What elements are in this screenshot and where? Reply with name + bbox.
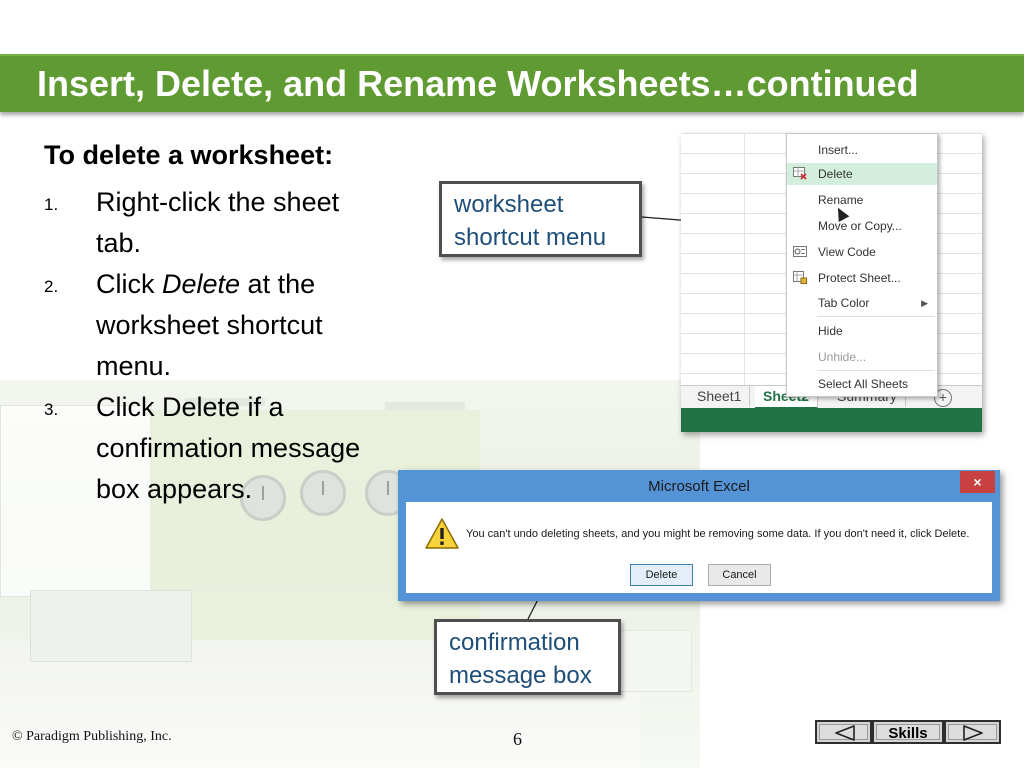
shortcut-menu-callout: worksheet shortcut menu	[439, 181, 642, 257]
delete-sheet-icon	[793, 167, 807, 180]
confirmation-box-callout: confirmation message box	[434, 619, 621, 695]
menu-item-label: Rename	[818, 193, 864, 207]
dialog-title: Microsoft Excel	[648, 478, 750, 495]
menu-separator	[817, 370, 935, 371]
previous-button-face	[819, 724, 868, 741]
title-bar: Insert, Delete, and Rename Worksheets…co…	[0, 54, 1024, 112]
steps-list: 1. Right-click the sheet tab. 2. Click D…	[44, 182, 384, 510]
menu-item-label: Delete	[818, 167, 853, 181]
sheet-tab-sheet1[interactable]: Sheet1	[689, 386, 751, 407]
step-number: 3.	[44, 400, 59, 419]
menu-item-protect-sheet[interactable]: Protect Sheet...	[787, 267, 937, 289]
right-arrow-icon	[963, 725, 983, 741]
step-text: Right-click the sheet tab.	[96, 187, 340, 258]
menu-item-label: Insert...	[818, 143, 859, 157]
menu-separator	[817, 316, 935, 317]
protect-sheet-icon	[793, 271, 807, 284]
menu-item-insert[interactable]: Insert...	[787, 139, 937, 161]
slide-title: Insert, Delete, and Rename Worksheets…co…	[37, 63, 919, 104]
step-number: 1.	[44, 195, 59, 214]
menu-item-move-or-copy[interactable]: Move or Copy...	[787, 215, 937, 237]
menu-item-label: View Code	[818, 245, 876, 259]
cancel-button[interactable]: Cancel	[708, 564, 771, 586]
step-text: Click Delete if a confirmation message b…	[96, 392, 361, 504]
menu-item-unhide: Unhide...	[787, 346, 937, 368]
menu-item-view-code[interactable]: View Code	[787, 241, 937, 263]
instructions: To delete a worksheet: 1. Right-click th…	[44, 138, 384, 510]
menu-item-tab-color[interactable]: Tab Color ▶	[787, 292, 937, 314]
menu-item-label: Protect Sheet...	[818, 271, 901, 285]
menu-item-label: Move or Copy...	[818, 219, 902, 233]
menu-item-select-all-sheets[interactable]: Select All Sheets	[787, 373, 937, 395]
left-arrow-icon	[835, 725, 855, 741]
next-button-face	[948, 724, 997, 741]
instructions-heading: To delete a worksheet:	[44, 140, 334, 170]
page-number: 6	[513, 729, 522, 749]
background-chairs	[30, 590, 192, 662]
step-item: 2. Click Delete at the worksheet shortcu…	[44, 264, 384, 387]
step-item: 1. Right-click the sheet tab.	[44, 182, 384, 264]
confirmation-dialog: Microsoft Excel × You can't undo deletin…	[398, 470, 1000, 601]
menu-item-rename[interactable]: Rename	[787, 189, 937, 211]
dialog-message: You can't undo deleting sheets, and you …	[466, 528, 970, 540]
background-ceiling-light	[385, 402, 465, 410]
worksheet-shortcut-menu: Insert... Delete Rename Move or Copy... …	[786, 133, 938, 397]
submenu-arrow-icon: ▶	[921, 298, 928, 308]
menu-item-label: Select All Sheets	[818, 377, 909, 391]
step-number: 2.	[44, 277, 59, 296]
skills-button[interactable]: Skills	[872, 720, 944, 744]
dialog-body: You can't undo deleting sheets, and you …	[406, 502, 992, 593]
excel-screenshot: Sheet1 Sheet2 Summary + Insert... Delete…	[681, 133, 982, 432]
menu-item-delete[interactable]: Delete	[787, 163, 937, 223]
previous-slide-button[interactable]	[815, 720, 872, 744]
skills-label: Skills	[888, 725, 928, 742]
step-text-emphasis: Delete	[162, 269, 241, 299]
menu-item-label: Tab Color	[818, 296, 870, 310]
skills-button-face: Skills	[876, 724, 940, 742]
copyright-notice: © Paradigm Publishing, Inc.	[12, 729, 172, 744]
step-text: Click	[96, 269, 162, 299]
warning-icon	[424, 517, 460, 551]
menu-item-label: Unhide...	[818, 350, 867, 364]
close-icon[interactable]: ×	[960, 471, 995, 493]
next-slide-button[interactable]	[944, 720, 1001, 744]
view-code-icon	[793, 245, 807, 258]
delete-button[interactable]: Delete	[630, 564, 693, 586]
status-bar	[681, 408, 982, 432]
menu-item-hide[interactable]: Hide	[787, 320, 937, 342]
menu-item-label: Hide	[818, 324, 843, 338]
step-item: 3. Click Delete if a confirmation messag…	[44, 387, 384, 510]
